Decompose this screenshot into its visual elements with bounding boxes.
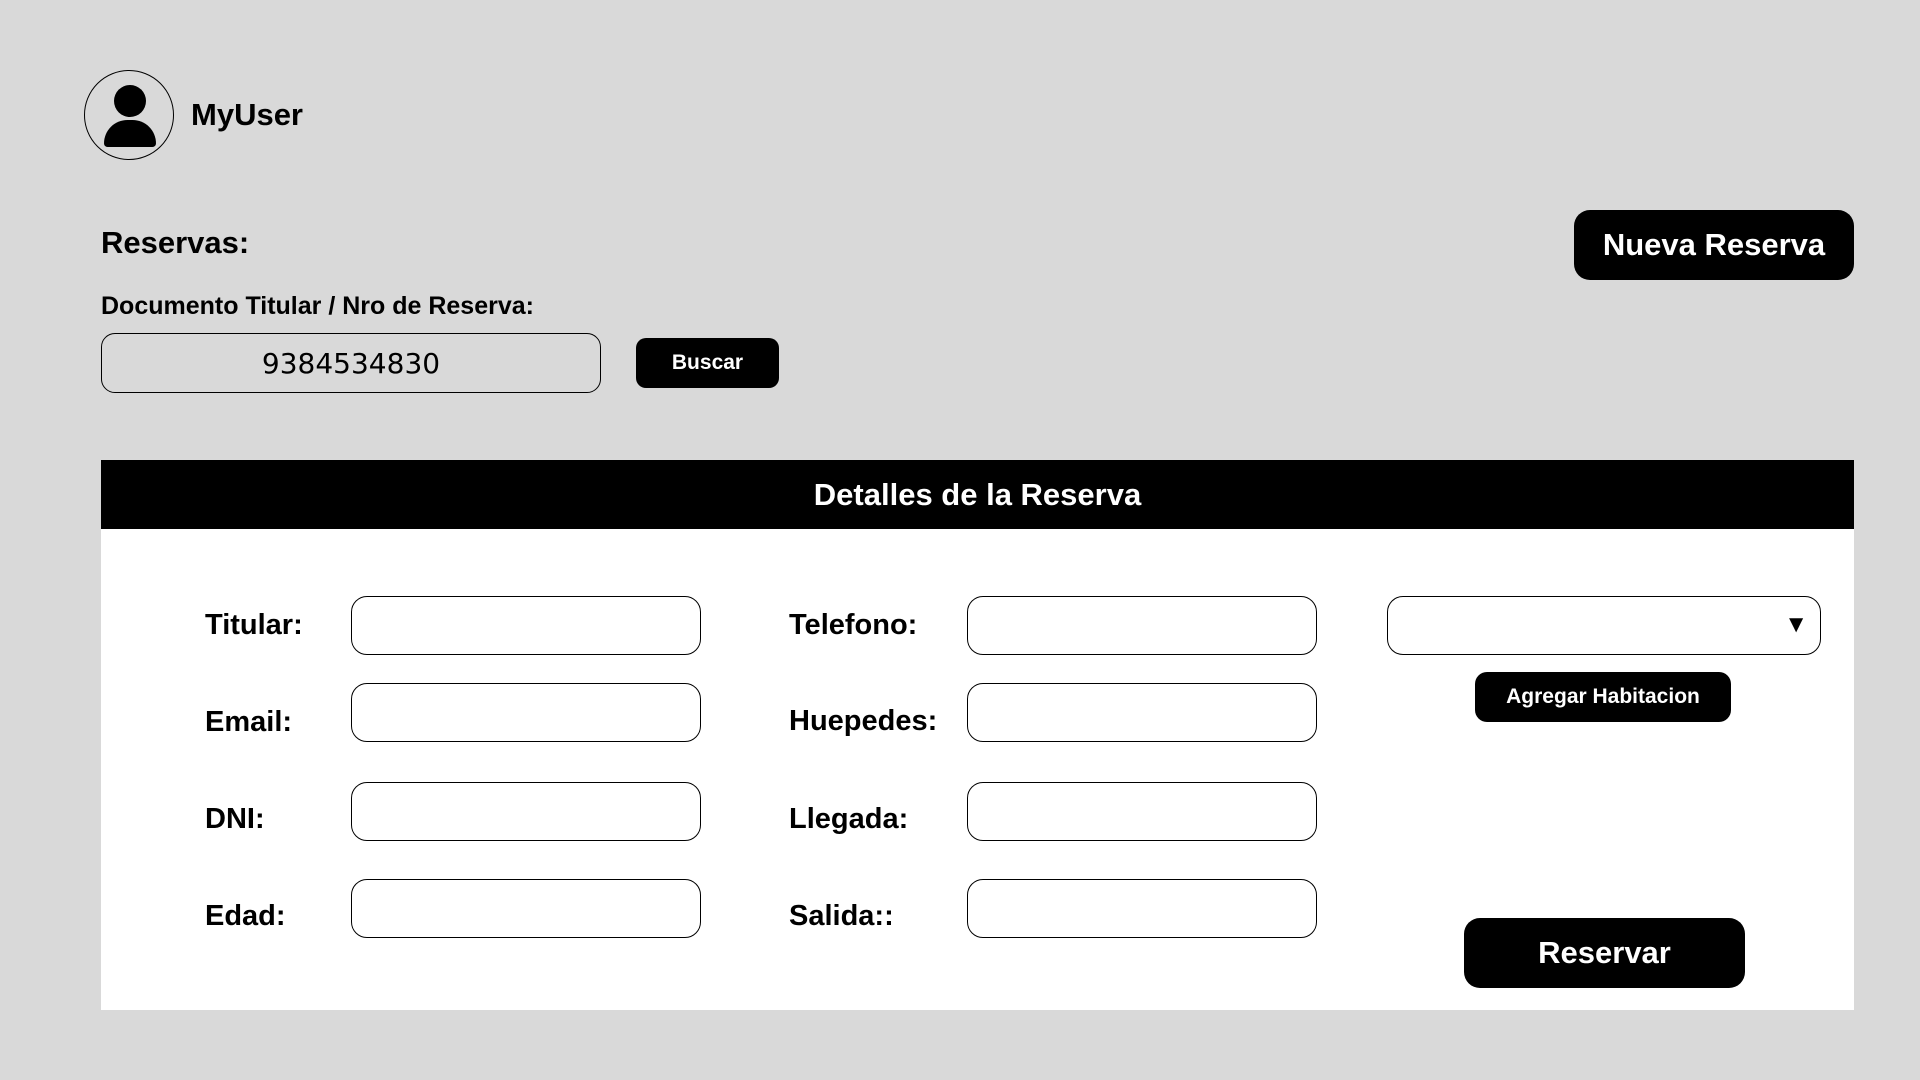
telefono-field[interactable]	[967, 596, 1317, 655]
search-button[interactable]: Buscar	[636, 338, 779, 388]
email-label: Email:	[205, 706, 293, 738]
llegada-label: Llegada:	[789, 803, 909, 835]
salida-field[interactable]	[967, 879, 1317, 938]
titular-label: Titular:	[205, 609, 303, 641]
username: MyUser	[191, 97, 303, 132]
room-select[interactable]: ▼	[1387, 596, 1821, 655]
new-reservation-button[interactable]: Nueva Reserva	[1574, 210, 1854, 280]
search-input[interactable]	[101, 333, 601, 393]
telefono-label: Telefono:	[789, 609, 918, 641]
huespedes-field[interactable]	[967, 683, 1317, 742]
chevron-down-icon: ▼	[1784, 611, 1808, 638]
search-label: Documento Titular / Nro de Reserva:	[101, 292, 534, 320]
edad-field[interactable]	[351, 879, 701, 938]
details-header: Detalles de la Reserva	[101, 460, 1854, 529]
avatar[interactable]	[84, 70, 174, 160]
huespedes-label: Huepedes:	[789, 705, 938, 737]
user-header: MyUser	[84, 69, 303, 161]
reservation-details-panel: Detalles de la Reserva Titular: Email: D…	[101, 460, 1854, 1010]
email-field[interactable]	[351, 683, 701, 742]
llegada-field[interactable]	[967, 782, 1317, 841]
dni-field[interactable]	[351, 782, 701, 841]
edad-label: Edad:	[205, 900, 286, 932]
titular-field[interactable]	[351, 596, 701, 655]
salida-label: Salida::	[789, 900, 894, 932]
reserve-button[interactable]: Reservar	[1464, 918, 1745, 988]
reservas-title: Reservas:	[101, 225, 250, 260]
dni-label: DNI:	[205, 803, 265, 835]
add-room-button[interactable]: Agregar Habitacion	[1475, 672, 1731, 722]
